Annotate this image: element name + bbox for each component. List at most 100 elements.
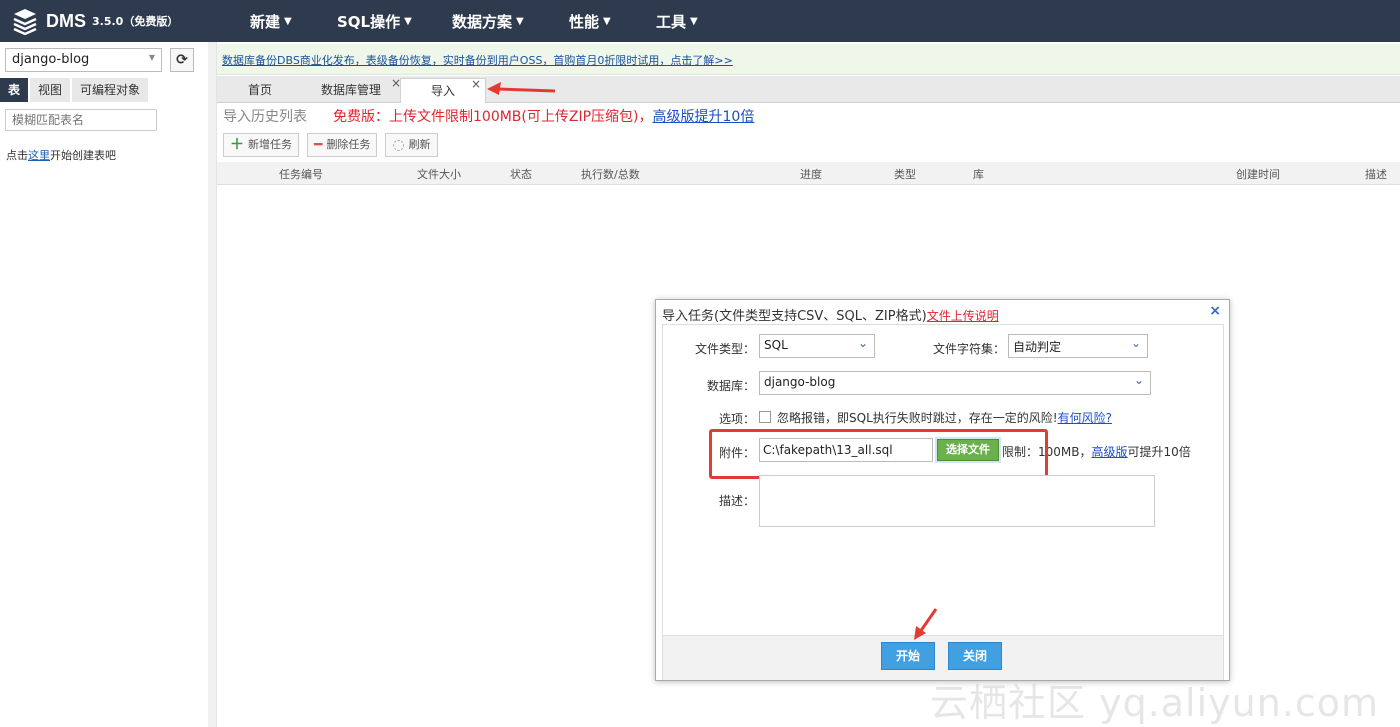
database-label: 数据库： xyxy=(706,379,755,393)
nav-tools[interactable]: 工具 ▼ xyxy=(656,0,698,42)
tab-import[interactable]: 导入 × xyxy=(400,77,486,103)
database-select-value: django-blog xyxy=(12,52,90,67)
file-type-label: 文件类型： xyxy=(694,342,755,356)
column-header: 创建时间 xyxy=(1236,168,1280,181)
dialog-title-text: 导入任务(文件类型支持CSV、SQL、ZIP格式) xyxy=(662,309,927,324)
tab-home[interactable]: 首页 xyxy=(223,78,297,102)
top-navbar: DMS 3.5.0（免费版） 新建 ▼ SQL操作 ▼ 数据方案 ▼ 性能 ▼ 工具 ▼ xyxy=(0,0,1400,42)
sidebar-tab-tables[interactable]: 表 xyxy=(0,78,29,102)
chevron-down-icon: ⌄ xyxy=(1133,373,1144,387)
refresh-icon: ◌ xyxy=(392,137,405,153)
limit-suffix: 可提升10倍 xyxy=(1127,445,1191,459)
sidebar-tab-programmable[interactable]: 可编程对象 xyxy=(72,78,149,102)
tab-db-manage[interactable]: 数据库管理 × xyxy=(303,76,401,102)
annotation-arrow-icon xyxy=(487,82,556,95)
dialog-title: 导入任务(文件类型支持CSV、SQL、ZIP格式)文件上传说明 xyxy=(662,305,999,324)
chevron-down-icon: ▼ xyxy=(284,15,292,27)
hint-prefix: 点击 xyxy=(6,149,28,162)
column-header: 描述 xyxy=(1365,168,1387,181)
column-header: 库 xyxy=(973,168,984,181)
annotation-highlight-box xyxy=(709,429,1048,479)
app-name: DMS xyxy=(46,10,86,31)
file-type-value: SQL xyxy=(764,338,788,352)
description-textarea[interactable] xyxy=(759,475,1155,527)
nav-data-plan-label: 数据方案 xyxy=(452,12,513,31)
annotation-arrow-icon xyxy=(914,608,938,640)
create-table-hint: 点击这里开始创建表吧 xyxy=(6,147,116,163)
nav-sql-label: SQL操作 xyxy=(337,12,401,31)
advanced-version-link[interactable]: 高级版 xyxy=(1092,445,1128,459)
minus-icon: ━ xyxy=(314,137,323,153)
page-title: 导入历史列表 xyxy=(223,109,307,125)
sidebar-tab-views[interactable]: 视图 xyxy=(30,78,71,102)
add-task-label: 新增任务 xyxy=(248,138,292,151)
chevron-down-icon: ⌄ xyxy=(857,336,868,350)
import-history-header: 导入历史列表 免费版：上传文件限制100MB(可上传ZIP压缩包)，高级版提升10… xyxy=(223,106,754,126)
delete-task-button[interactable]: ━ 删除任务 xyxy=(307,133,378,157)
column-header: 状态 xyxy=(510,168,532,181)
delete-task-label: 删除任务 xyxy=(326,138,371,151)
nav-new-label: 新建 xyxy=(250,12,281,31)
refresh-icon[interactable]: ⟳ xyxy=(170,48,194,72)
chevron-down-icon: ▼ xyxy=(148,53,155,62)
add-task-button[interactable]: ＋ 新增任务 xyxy=(223,133,299,157)
task-table-header: 任务编号 文件大小 状态 执行数/总数 进度 类型 库 创建时间 描述 xyxy=(217,162,1400,185)
watermark-text: 云栖社区 yq.aliyun.com xyxy=(930,681,1380,725)
chevron-down-icon: ▼ xyxy=(516,15,524,27)
refresh-button[interactable]: ◌ 刷新 xyxy=(385,133,438,157)
ignore-errors-text: 忽略报错，即SQL执行失败时跳过，存在一定的风险!有何风险? xyxy=(777,409,1112,426)
column-header: 文件大小 xyxy=(417,168,461,181)
risk-link[interactable]: 有何风险? xyxy=(1058,411,1112,425)
refresh-label: 刷新 xyxy=(408,138,431,151)
nav-performance-label: 性能 xyxy=(569,12,600,31)
promo-banner-link[interactable]: 数据库备份DBS商业化发布，表级备份恢复，实时备份到用户OSS，首购首月0折限时… xyxy=(222,52,733,68)
file-type-select[interactable]: SQL ⌄ xyxy=(759,334,875,358)
create-table-link[interactable]: 这里 xyxy=(28,149,50,162)
free-limit-notice: 免费版：上传文件限制100MB(可上传ZIP压缩包)， xyxy=(333,109,653,125)
option-label: 选项： xyxy=(718,412,755,426)
upload-help-link[interactable]: 文件上传说明 xyxy=(927,309,999,323)
column-header: 执行数/总数 xyxy=(581,168,640,181)
column-header: 任务编号 xyxy=(279,168,323,181)
nav-data-plan[interactable]: 数据方案 ▼ xyxy=(452,0,524,42)
ignore-errors-checkbox[interactable] xyxy=(759,411,771,423)
import-task-dialog: 导入任务(文件类型支持CSV、SQL、ZIP格式)文件上传说明 × 文件类型： … xyxy=(655,299,1230,681)
chevron-down-icon: ▼ xyxy=(603,15,611,27)
close-button[interactable]: 关闭 xyxy=(948,642,1002,670)
dialog-database-value: django-blog xyxy=(764,375,836,389)
nav-sql[interactable]: SQL操作 ▼ xyxy=(337,0,412,42)
app-logo[interactable]: DMS 3.5.0（免费版） xyxy=(12,6,178,36)
close-icon[interactable]: × xyxy=(1209,303,1221,319)
nav-performance[interactable]: 性能 ▼ xyxy=(569,0,611,42)
close-icon[interactable]: × xyxy=(471,72,481,96)
upgrade-link[interactable]: 高级版提升10倍 xyxy=(653,109,755,125)
charset-select[interactable]: 自动判定 ⌄ xyxy=(1008,334,1148,358)
sidebar-splitter[interactable] xyxy=(208,42,217,727)
dialog-database-select[interactable]: django-blog ⌄ xyxy=(759,371,1151,395)
nav-tools-label: 工具 xyxy=(656,12,687,31)
charset-value: 自动判定 xyxy=(1013,340,1062,354)
database-select[interactable]: django-blog ▼ xyxy=(5,48,162,72)
table-search-input[interactable] xyxy=(5,109,157,131)
sidebar xyxy=(0,42,209,727)
app-version: 3.5.0（免费版） xyxy=(92,15,179,28)
charset-label: 文件字符集： xyxy=(932,342,1005,356)
database-stack-icon xyxy=(13,9,37,35)
tab-bar: 首页 数据库管理 × 导入 × xyxy=(217,76,1400,103)
task-toolbar: ＋ 新增任务 ━ 删除任务 ◌ 刷新 xyxy=(223,133,446,157)
chevron-down-icon: ▼ xyxy=(690,15,698,27)
dialog-body: 文件类型： SQL ⌄ 文件字符集： 自动判定 ⌄ 数据库： django-blog… xyxy=(662,324,1224,680)
tab-db-manage-label: 数据库管理 xyxy=(320,83,381,97)
tab-home-label: 首页 xyxy=(247,83,272,97)
tab-import-label: 导入 xyxy=(430,84,455,98)
column-header: 类型 xyxy=(894,168,916,181)
ignore-errors-label: 忽略报错，即SQL执行失败时跳过，存在一定的风险! xyxy=(777,411,1058,425)
chevron-down-icon: ⌄ xyxy=(1130,336,1141,350)
nav-new[interactable]: 新建 ▼ xyxy=(250,0,292,42)
start-button[interactable]: 开始 xyxy=(881,642,935,670)
description-label: 描述： xyxy=(718,494,755,508)
sidebar-tabs: 表 视图 可编程对象 xyxy=(0,78,150,102)
hint-suffix: 开始创建表吧 xyxy=(50,149,116,162)
chevron-down-icon: ▼ xyxy=(404,15,412,27)
plus-icon: ＋ xyxy=(230,137,244,153)
